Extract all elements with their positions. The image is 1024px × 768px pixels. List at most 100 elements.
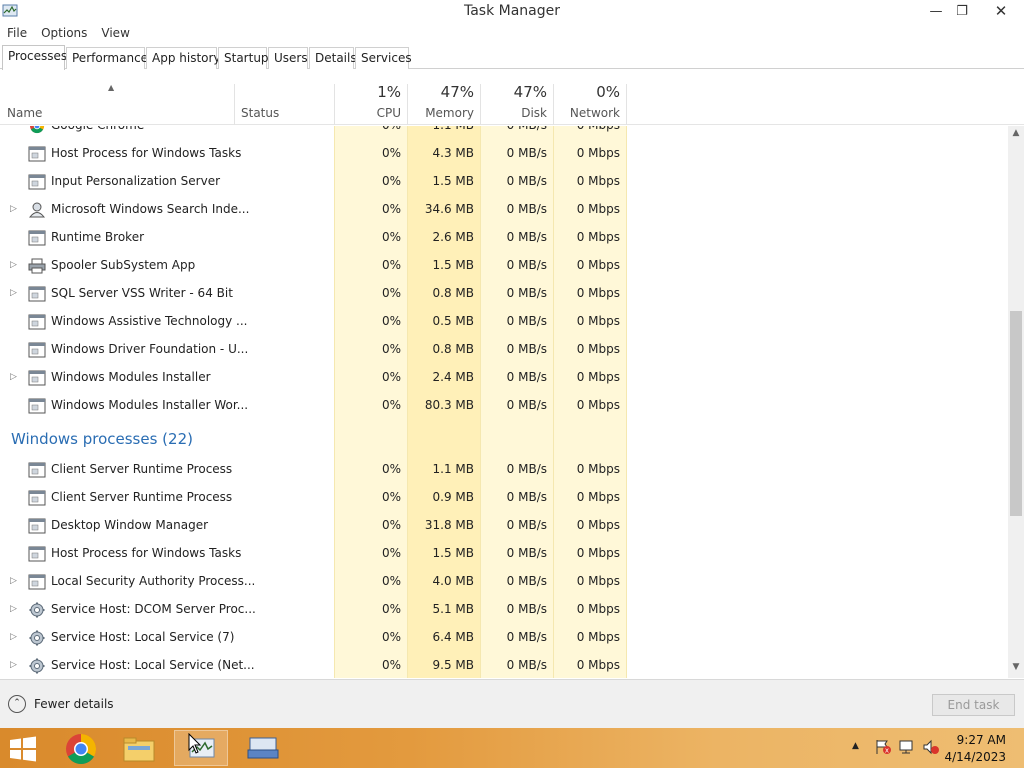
column-cpu[interactable]: CPU [331, 106, 401, 120]
clock-time[interactable]: 9:27 AM [944, 733, 1006, 747]
process-row-input-personalization-server[interactable]: Input Personalization Server 0% 1.5 MB 0 MB… [0, 168, 1010, 196]
memory-value: 34.6 MB [424, 202, 474, 216]
column-name[interactable]: Name [7, 106, 42, 120]
memory-value: 4.0 MB [432, 574, 474, 588]
group-header-windows-processes[interactable]: Windows processes (22) [11, 430, 193, 448]
memory-total-percent[interactable]: 47% [404, 83, 474, 101]
tab-app-history[interactable]: App history [146, 47, 221, 69]
expand-arrow-icon[interactable]: ▷ [10, 288, 17, 298]
expand-arrow-icon[interactable]: ▷ [10, 632, 17, 642]
restore-button[interactable]: ❐ [948, 0, 976, 22]
expand-arrow-icon[interactable]: ▷ [10, 372, 17, 382]
expand-arrow-icon[interactable]: ▷ [10, 576, 17, 586]
cpu-value: 0% [381, 342, 401, 356]
column-separator [626, 84, 627, 125]
scroll-thumb[interactable] [1010, 311, 1022, 516]
process-row-client-server-runtime-process[interactable]: Client Server Runtime Process 0% 0.9 MB 0 M… [0, 484, 1010, 512]
column-memory[interactable]: Memory [404, 106, 474, 120]
disk-value: 0 MB/s [506, 146, 547, 160]
disk-value: 0 MB/s [506, 518, 547, 532]
process-row-local-security-authority-process[interactable]: ▷ Local Security Authority Process... 0% 4.… [0, 568, 1010, 596]
process-row-microsoft-windows-search-inde[interactable]: ▷ Microsoft Windows Search Inde... 0% 34.6 … [0, 196, 1010, 224]
tab-users[interactable]: Users [268, 47, 308, 69]
column-network[interactable]: Network [550, 106, 620, 120]
expand-arrow-icon[interactable]: ▷ [10, 660, 17, 670]
disk-value: 0 MB/s [506, 174, 547, 188]
end-task-button[interactable]: End task [932, 694, 1015, 716]
volume-muted-icon[interactable] [922, 739, 940, 755]
menu-view[interactable]: View [94, 24, 136, 44]
network-value: 0 Mbps [576, 462, 620, 476]
taskbar-on-screen-keyboard[interactable] [236, 730, 290, 766]
taskbar-chrome[interactable] [54, 730, 108, 766]
network-icon[interactable] [898, 739, 916, 755]
cpu-value: 0% [381, 286, 401, 300]
network-total-percent[interactable]: 0% [550, 83, 620, 101]
cpu-value: 0% [381, 658, 401, 672]
process-name: Desktop Window Manager [51, 518, 209, 532]
windows-start-icon[interactable] [8, 736, 38, 762]
gear-icon [28, 658, 46, 674]
process-row-service-host-local-service-7[interactable]: ▷ Service Host: Local Service (7) 0% 6.4 MB… [0, 624, 1010, 652]
memory-value: 4.3 MB [432, 146, 474, 160]
disk-value: 0 MB/s [506, 370, 547, 384]
process-row-google-chrome[interactable]: Google Chrome 0% 1.1 MB 0 MB/s 0 Mbps [0, 126, 1010, 140]
process-name: Microsoft Windows Search Inde... [51, 202, 250, 216]
network-value: 0 Mbps [576, 370, 620, 384]
scroll-up-icon[interactable]: ▲ [1008, 128, 1024, 142]
tab-performance[interactable]: Performance [66, 47, 148, 69]
process-row-windows-modules-installer-wor[interactable]: Windows Modules Installer Wor... 0% 80.3 M… [0, 392, 1010, 420]
tab-services[interactable]: Services [355, 47, 412, 69]
process-row-spooler-subsystem-app[interactable]: ▷ Spooler SubSystem App 0% 1.5 MB 0 MB/s 0 Mb… [0, 252, 1010, 280]
minimize-button[interactable]: — [921, 0, 951, 22]
process-row-service-host-local-service-net[interactable]: ▷ Service Host: Local Service (Net... 0% 9.… [0, 652, 1010, 678]
cpu-value: 0% [381, 630, 401, 644]
disk-value: 0 MB/s [506, 202, 547, 216]
window-process-icon [28, 518, 46, 534]
taskbar-file-explorer[interactable] [112, 730, 166, 766]
cpu-value: 0% [381, 602, 401, 616]
column-status[interactable]: Status [241, 106, 279, 120]
tab-details[interactable]: Details [309, 47, 357, 69]
disk-total-percent[interactable]: 47% [477, 83, 547, 101]
disk-value: 0 MB/s [506, 314, 547, 328]
fewer-details-link[interactable]: Fewer details [34, 697, 114, 711]
network-value: 0 Mbps [576, 146, 620, 160]
menu-options[interactable]: Options [34, 24, 94, 44]
process-row-service-host-dcom-server-proc[interactable]: ▷ Service Host: DCOM Server Proc... 0% 5.1 … [0, 596, 1010, 624]
memory-value: 5.1 MB [432, 602, 474, 616]
clock-date[interactable]: 4/14/2023 [944, 750, 1006, 764]
process-row-client-server-runtime-process[interactable]: Client Server Runtime Process 0% 1.1 MB 0 M… [0, 456, 1010, 484]
window-process-icon [28, 146, 46, 162]
process-row-host-process-for-windows-tasks[interactable]: Host Process for Windows Tasks 0% 4.3 MB 0 … [0, 140, 1010, 168]
process-row-windows-modules-installer[interactable]: ▷ Windows Modules Installer 0% 2.4 MB 0 MB/s… [0, 364, 1010, 392]
close-button[interactable]: ✕ [978, 0, 1024, 22]
process-row-host-process-for-windows-tasks[interactable]: Host Process for Windows Tasks 0% 1.5 MB 0 … [0, 540, 1010, 568]
process-name: Host Process for Windows Tasks [51, 546, 242, 560]
process-row-sql-server-vss-writer-64-bit[interactable]: ▷ SQL Server VSS Writer - 64 Bit 0% 0.8 MB 0… [0, 280, 1010, 308]
process-name: Input Personalization Server [51, 174, 221, 188]
expand-arrow-icon[interactable]: ▷ [10, 604, 17, 614]
process-row-windows-driver-foundation-u[interactable]: Windows Driver Foundation - U... 0% 0.8 MB… [0, 336, 1010, 364]
menu-file[interactable]: File [0, 24, 34, 44]
process-row-runtime-broker[interactable]: Runtime Broker 0% 2.6 MB 0 MB/s 0 Mbps [0, 224, 1010, 252]
disk-value: 0 MB/s [506, 462, 547, 476]
process-row-windows-assistive-technology[interactable]: Windows Assistive Technology ... 0% 0.5 MB… [0, 308, 1010, 336]
disk-value: 0 MB/s [506, 574, 547, 588]
process-row-desktop-window-manager[interactable]: Desktop Window Manager 0% 31.8 MB 0 MB/s 0 M… [0, 512, 1010, 540]
scroll-down-icon[interactable]: ▼ [1008, 662, 1024, 676]
action-center-flag-icon[interactable]: x [874, 739, 892, 755]
expand-arrow-icon[interactable]: ▷ [10, 260, 17, 270]
network-value: 0 Mbps [558, 126, 620, 132]
tab-startup[interactable]: Startup [218, 47, 269, 69]
vertical-scrollbar[interactable]: ▲ ▼ [1008, 126, 1024, 678]
chevron-up-circle-icon[interactable]: ⌃ [8, 695, 26, 713]
expand-arrow-icon[interactable]: ▷ [10, 204, 17, 214]
cpu-total-percent[interactable]: 1% [331, 83, 401, 101]
column-disk[interactable]: Disk [477, 106, 547, 120]
cpu-value: 0% [381, 398, 401, 412]
show-hidden-icons-icon[interactable]: ▲ [852, 741, 859, 751]
process-name: Windows Modules Installer [51, 370, 211, 384]
folder-icon [123, 737, 155, 762]
tab-processes[interactable]: Processes [2, 45, 67, 70]
